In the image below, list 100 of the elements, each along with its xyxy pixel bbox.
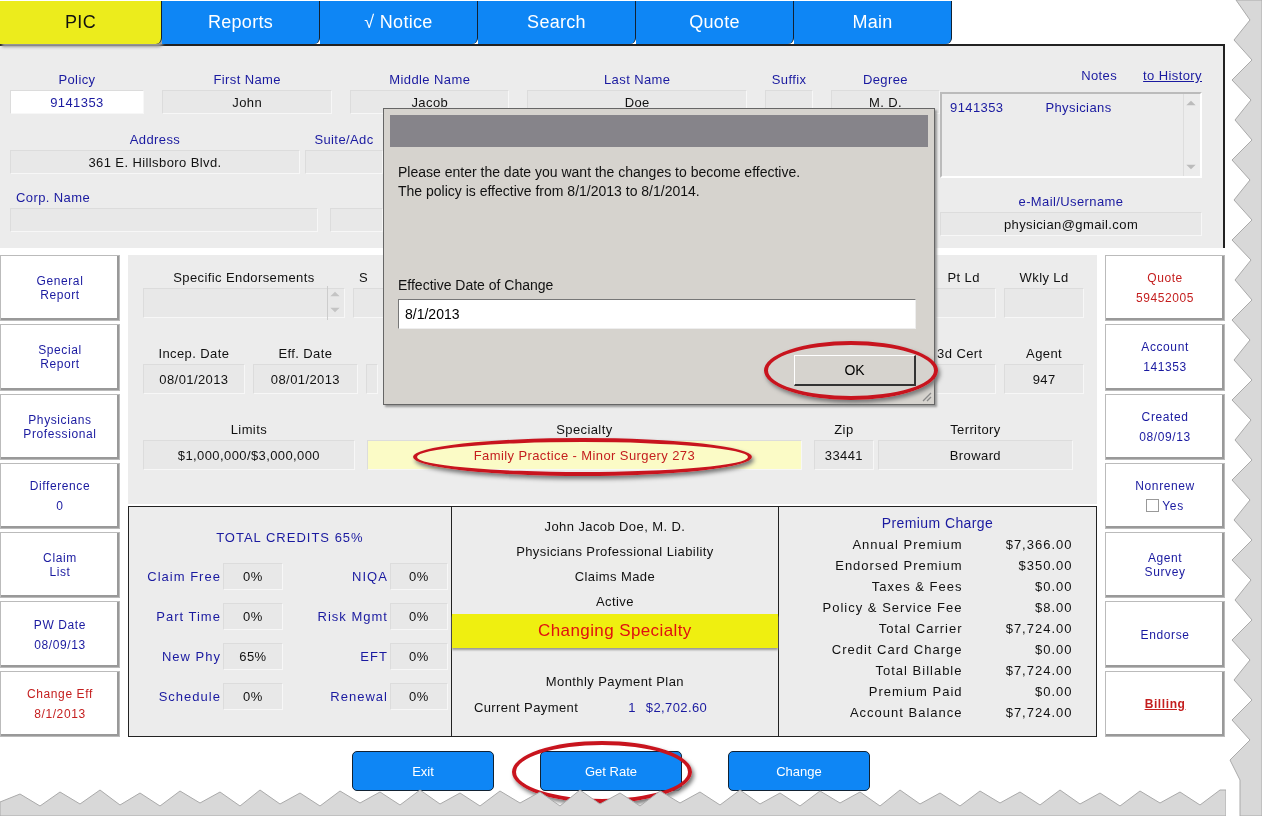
payment-number: 1	[628, 700, 636, 715]
ok-button[interactable]: OK	[794, 355, 916, 386]
history-link[interactable]: to History	[1143, 68, 1202, 88]
field-label: Specific Endorsements	[173, 269, 315, 287]
credit-label: NIQA	[351, 569, 388, 584]
side-button[interactable]: Special Report	[0, 324, 120, 391]
text-field[interactable]: physician@gmail.com	[940, 212, 1202, 236]
side-button[interactable]: Agent Survey	[1105, 532, 1225, 599]
field-label: Suffix	[771, 71, 807, 89]
charge-label: Endorsed Premium	[834, 558, 963, 575]
text-field[interactable]	[10, 208, 318, 232]
billing-link[interactable]: Billing	[1105, 670, 1225, 737]
charge-value: $7,724.00	[1004, 705, 1073, 722]
credit-value: 0%	[222, 563, 283, 590]
side-button[interactable]: Physicians Professional	[0, 393, 120, 460]
checkbox-label: Yes	[1162, 499, 1184, 513]
field-label: First Name	[213, 71, 281, 89]
charge-label: Policy & Service Fee	[821, 600, 963, 617]
charge-label: Taxes & Fees	[870, 579, 963, 596]
tab[interactable]: Search	[478, 1, 636, 44]
summary-text: Physicians Professional Liability	[516, 544, 714, 560]
side-button[interactable]: Change Eff 8/1/2013	[0, 670, 120, 737]
credit-value: 0%	[389, 603, 448, 630]
field-label: Middle Name	[389, 71, 471, 89]
charge-label: Annual Premium	[851, 537, 963, 554]
charge-label: Premium Paid	[867, 684, 963, 701]
credit-label: Schedule	[157, 689, 221, 704]
side-button[interactable]: Quote 59452005	[1105, 255, 1225, 322]
text-field[interactable]: 33441	[813, 440, 874, 470]
dialog-message: Please enter the date you want the changes to become effective.	[398, 163, 802, 182]
credit-value: 0%	[389, 683, 448, 710]
notes-list[interactable]: 9141353 Physicians	[940, 92, 1202, 178]
credit-value: 0%	[222, 603, 283, 630]
field-label: Corp. Name	[15, 189, 91, 207]
tab[interactable]: √ Notice	[320, 1, 478, 44]
option-label: Nonrenew	[1135, 479, 1195, 493]
side-button[interactable]: Account 141353	[1105, 324, 1225, 391]
checkbox[interactable]	[1146, 499, 1160, 513]
note-number: 9141353	[950, 100, 1004, 115]
text-field[interactable]: 947	[1004, 364, 1085, 394]
charge-value: $350.00	[1017, 558, 1073, 575]
field-label: Pt Ld	[947, 269, 980, 287]
text-field[interactable]	[305, 150, 383, 174]
action-button[interactable]: Exit	[352, 751, 494, 791]
action-button[interactable]: Get Rate	[540, 751, 682, 791]
charge-label: Total Carrier	[877, 621, 963, 638]
side-button[interactable]: Endorse	[1105, 601, 1225, 668]
charge-label: Credit Card Charge	[830, 642, 963, 659]
text-field[interactable]	[365, 364, 378, 394]
credit-label: Claim Free	[146, 569, 221, 584]
text-field[interactable]: $1,000,000/$3,000,000	[142, 440, 355, 470]
side-button[interactable]: Claim List	[0, 532, 120, 599]
text-field[interactable]	[1004, 288, 1085, 318]
date-input[interactable]: 8/1/2013	[398, 299, 916, 329]
credit-label: Renewal	[329, 689, 388, 704]
resize-grip-icon[interactable]	[920, 390, 932, 402]
text-field[interactable]: 9141353	[10, 90, 144, 114]
credit-label: Part Time	[155, 609, 221, 624]
credit-label: New Phy	[160, 649, 221, 664]
field-label: Specialty	[556, 421, 613, 439]
field-label: Territory	[950, 421, 1001, 439]
tab[interactable]: Main	[794, 1, 952, 44]
text-field[interactable]: John	[161, 90, 333, 114]
side-button[interactable]: Difference 0	[0, 462, 120, 530]
field-label: Degree	[862, 71, 908, 89]
list-field[interactable]	[352, 288, 386, 318]
text-field[interactable]: 08/01/2013	[142, 364, 245, 394]
text-field[interactable]: 08/01/2013	[252, 364, 358, 394]
dialog-message: The policy is effective from 8/1/2013 to 8/1/2014.	[398, 182, 701, 201]
tab[interactable]: Quote	[636, 1, 794, 44]
text-field[interactable]: Family Practice - Minor Surgery 273	[366, 440, 802, 470]
field-label: Wkly Ld	[1019, 269, 1069, 287]
credit-label: Risk Mgmt	[316, 609, 388, 624]
summary-text: John Jacob Doe, M. D.	[544, 519, 686, 535]
credit-value: 0%	[222, 683, 283, 710]
side-button[interactable]: General Report	[0, 255, 120, 322]
side-button[interactable]: Created 08/09/13	[1105, 393, 1225, 460]
charge-value: $0.00	[1033, 684, 1073, 701]
field-label: S	[357, 269, 368, 287]
credit-label: EFT	[359, 649, 388, 664]
list-field[interactable]	[142, 288, 345, 318]
tab[interactable]: PIC	[0, 1, 162, 44]
summary-text: Active	[596, 594, 634, 610]
charge-value: $0.00	[1033, 642, 1073, 659]
text-field[interactable]: Broward	[877, 440, 1073, 470]
text-field[interactable]: 361 E. Hillsboro Blvd.	[10, 150, 300, 174]
tab[interactable]: Reports	[162, 1, 320, 44]
field-label: Last Name	[604, 71, 671, 89]
field-label: Agent	[1026, 345, 1063, 363]
notes-label: Notes	[1081, 68, 1118, 85]
payment-amount: $2,702.60	[645, 700, 708, 715]
text-field[interactable]	[330, 208, 383, 232]
charge-label: Total Billable	[874, 663, 963, 680]
field-label: Suite/Adc	[314, 131, 374, 149]
charge-value: $7,366.00	[1004, 537, 1073, 554]
action-button[interactable]: Change	[728, 751, 870, 791]
side-button[interactable]: PW Date 08/09/13	[0, 601, 120, 668]
credit-value: 0%	[389, 563, 448, 590]
charge-label: Account Balance	[848, 705, 963, 722]
field-label: Zip	[834, 421, 854, 439]
